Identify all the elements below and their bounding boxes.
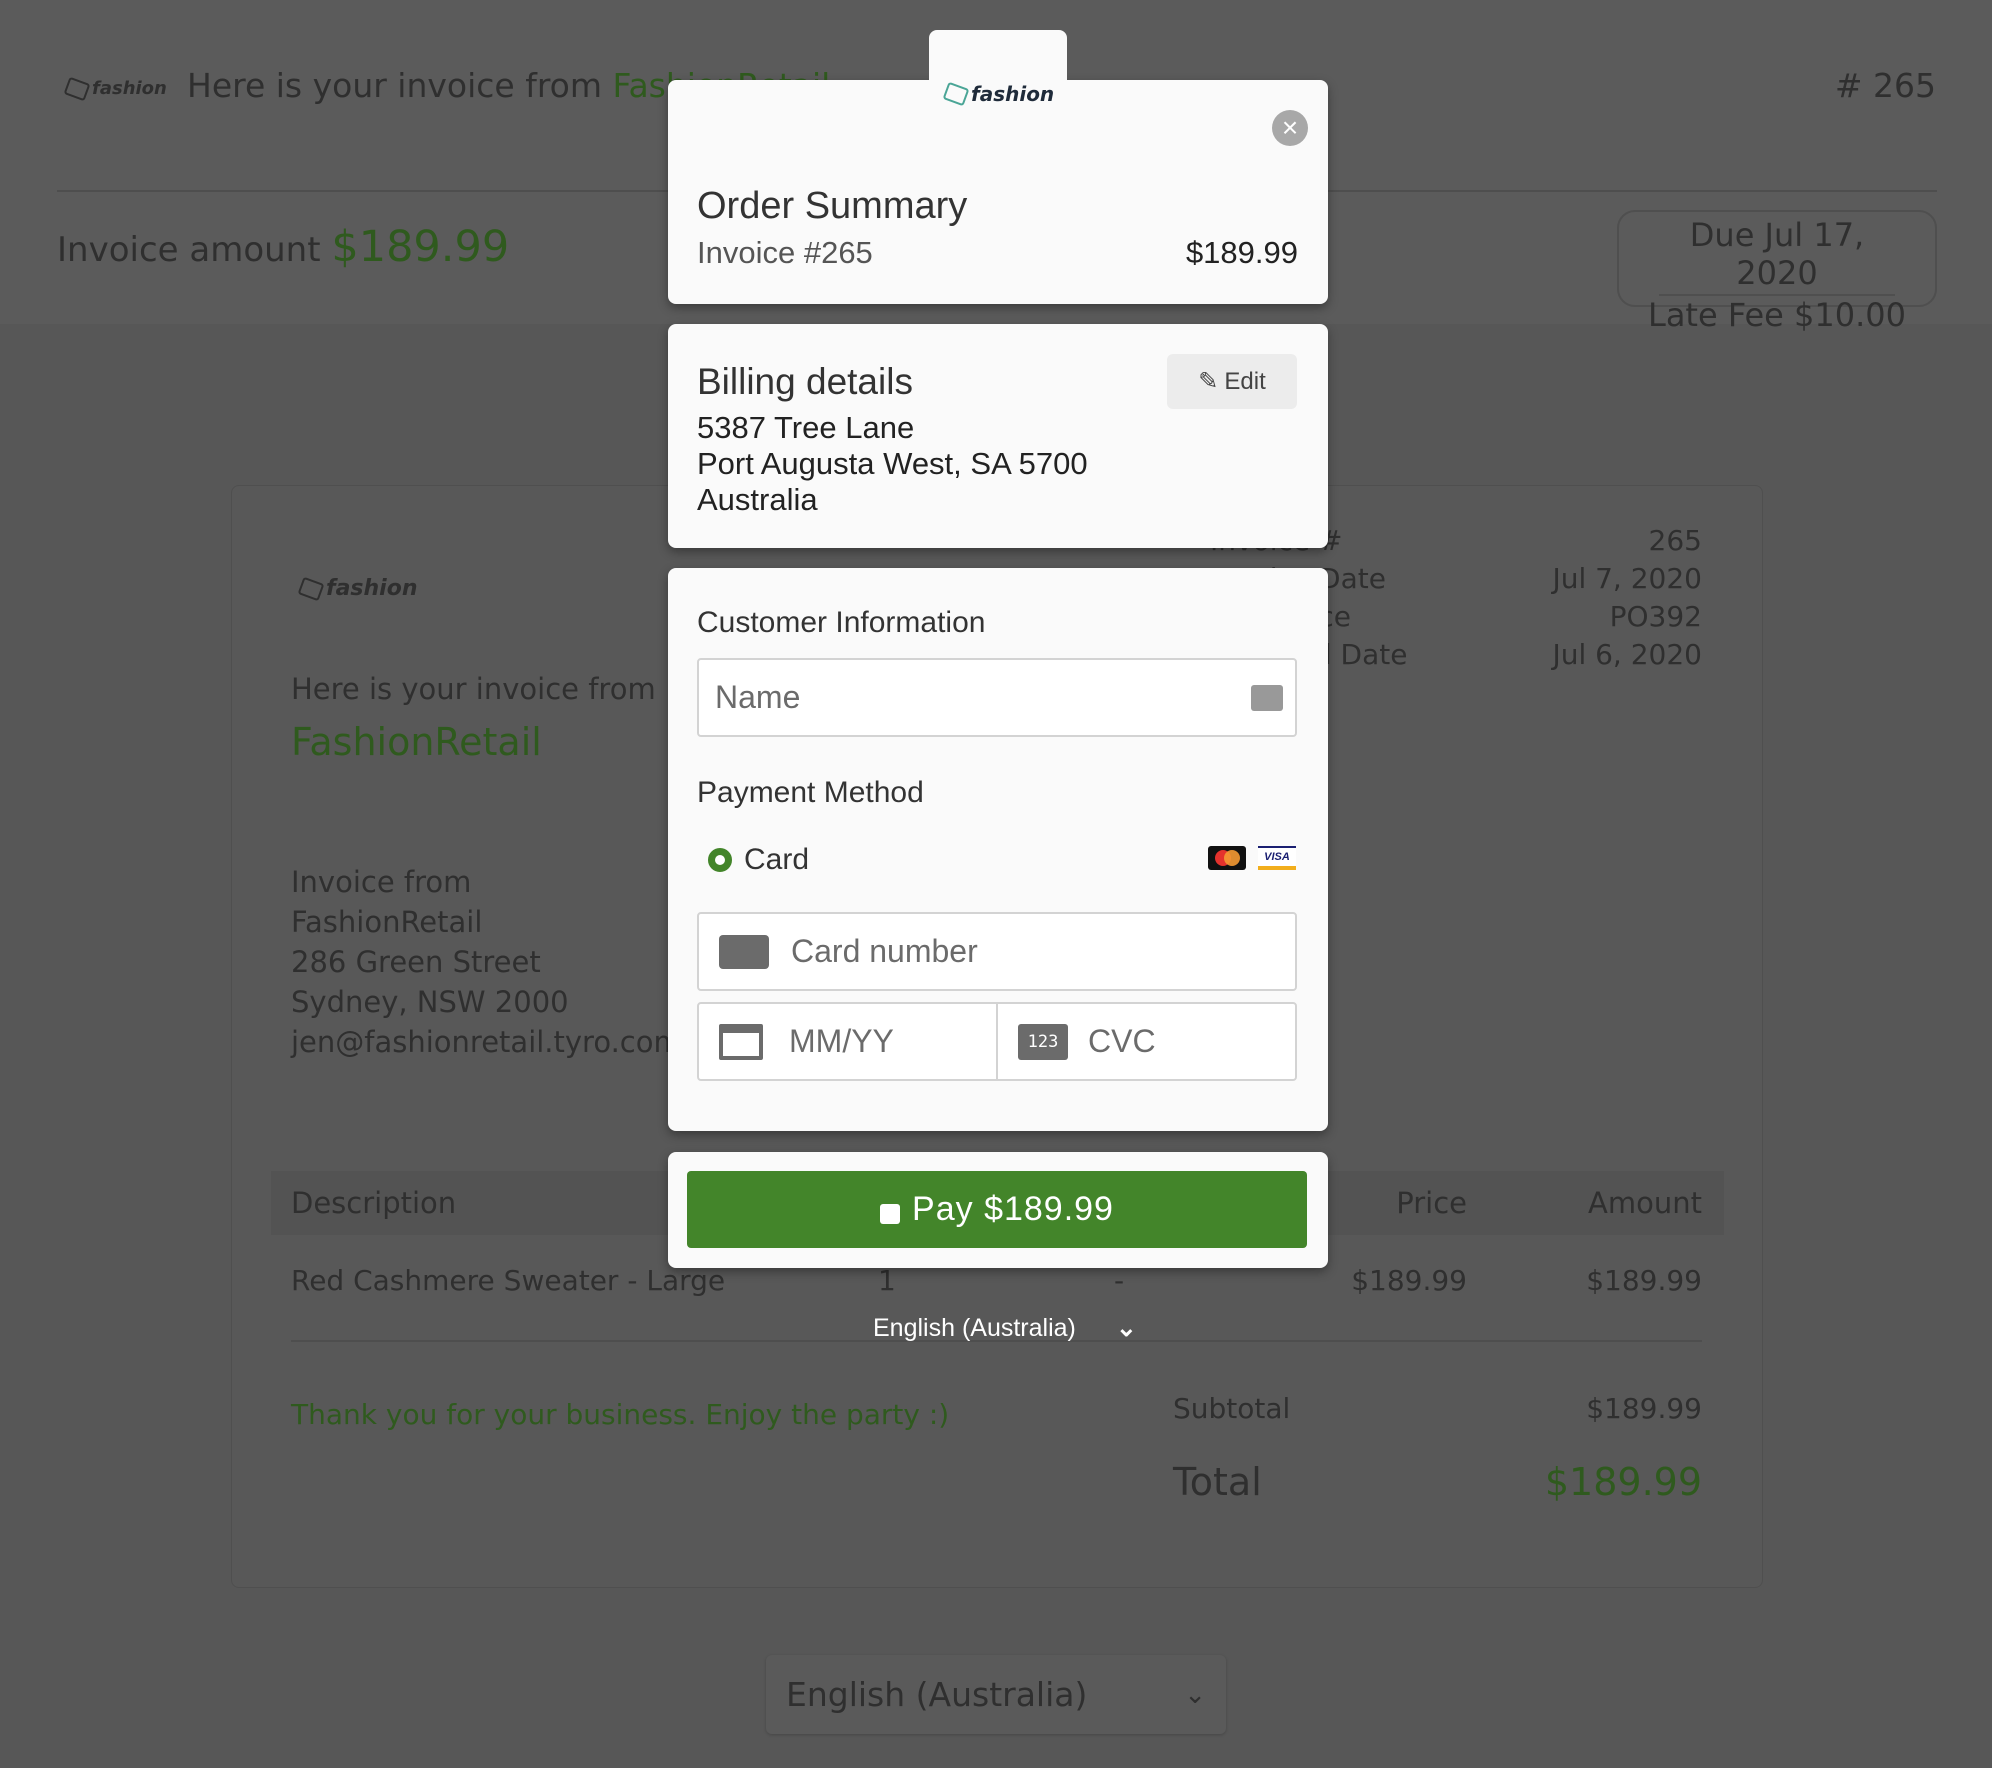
- cvc-placeholder: CVC: [1088, 1023, 1156, 1059]
- total-value: $189.99: [1544, 1460, 1702, 1504]
- thank-you-note: Thank you for your business. Enjoy the p…: [291, 1398, 950, 1431]
- chevron-down-icon: ⌄: [1115, 1314, 1137, 1342]
- from-line: jen@fashionretail.tyro.com: [291, 1025, 682, 1059]
- col-description: Description: [291, 1186, 457, 1220]
- meta-value: PO392: [1609, 600, 1702, 633]
- payment-title: Payment Method: [697, 776, 924, 809]
- address-line: Port Augusta West, SA 5700: [697, 446, 1088, 481]
- modal-logo: fashion: [942, 81, 1067, 107]
- card-radio[interactable]: [708, 848, 732, 872]
- from-line: 286 Green Street: [291, 945, 541, 979]
- total-label: Total: [1173, 1460, 1262, 1504]
- pay-button[interactable]: Pay $189.99: [687, 1171, 1307, 1248]
- expiry-input[interactable]: MM/YY: [697, 1002, 998, 1081]
- modal-logo-tab: fashion: [929, 30, 1067, 161]
- card-number-placeholder: Card number: [791, 933, 978, 969]
- invoice-amount: Invoice amount $189.99: [57, 222, 509, 272]
- header-logo: fashion: [63, 76, 167, 101]
- col-price: Price: [1396, 1186, 1467, 1220]
- from-line: FashionRetail: [291, 905, 483, 939]
- billing-card: Billing details ✎ Edit 5387 Tree Lane Port…: [668, 324, 1328, 548]
- card-number-input[interactable]: Card number: [697, 912, 1297, 991]
- name-placeholder: Name: [715, 679, 801, 715]
- meta-value: Jul 6, 2020: [1552, 638, 1702, 671]
- credit-card-icon: [719, 934, 769, 969]
- meta-value: 265: [1648, 524, 1702, 557]
- row-qty: 1: [878, 1264, 896, 1297]
- name-input[interactable]: Name: [697, 658, 1297, 737]
- pay-card: Pay $189.99: [668, 1152, 1328, 1268]
- amount-label: Invoice amount: [57, 230, 332, 270]
- pencil-icon: ✎: [1198, 368, 1219, 395]
- billing-address: 5387 Tree Lane Port Augusta West, SA 5700…: [697, 410, 1088, 518]
- id-card-icon: [1251, 684, 1283, 711]
- language-value: English (Australia): [786, 1675, 1088, 1714]
- late-fee: $10.00: [1794, 296, 1906, 334]
- invoice-merchant: FashionRetail: [291, 720, 542, 764]
- edit-label: Edit: [1224, 367, 1266, 395]
- mastercard-icon: [1208, 846, 1246, 870]
- col-amount: Amount: [1588, 1186, 1702, 1220]
- row-price: $189.99: [1351, 1264, 1467, 1297]
- logo-gem-icon: [297, 576, 325, 601]
- calendar-icon: [719, 1023, 763, 1060]
- invoice-intro: Here is your invoice from: [291, 672, 656, 706]
- chevron-down-icon: ⌄: [1184, 1679, 1206, 1710]
- logo-text: fashion: [92, 78, 167, 99]
- modal-language-value: English (Australia): [873, 1313, 1076, 1342]
- invoice-logo: fashion: [297, 576, 418, 601]
- late-fee-label: Late Fee: [1647, 296, 1795, 334]
- order-amount: $189.99: [1185, 235, 1298, 270]
- subtotal-value: $189.99: [1586, 1392, 1702, 1425]
- billing-title: Billing details: [697, 361, 913, 402]
- amount-value: $189.99: [331, 222, 510, 272]
- edit-button[interactable]: ✎ Edit: [1167, 354, 1297, 409]
- pay-label: Pay $189.99: [912, 1190, 1114, 1228]
- row-amount: $189.99: [1586, 1264, 1702, 1297]
- address-line: Australia: [697, 482, 818, 517]
- card-method-label: Card: [744, 843, 810, 876]
- row-description: Red Cashmere Sweater - Large: [291, 1264, 726, 1297]
- invoice-number: # 265: [1834, 66, 1936, 105]
- subtotal-label: Subtotal: [1173, 1392, 1291, 1425]
- intro-text: Here is your invoice from: [187, 66, 613, 105]
- logo-gem-icon: [63, 76, 91, 101]
- order-invoice: Invoice #265: [697, 235, 873, 270]
- language-select[interactable]: English (Australia) ⌄: [766, 1655, 1226, 1734]
- logo-text: fashion: [971, 82, 1055, 106]
- expiry-placeholder: MM/YY: [789, 1023, 894, 1059]
- invoice-from: Invoice from FashionRetail 286 Green Str…: [291, 862, 682, 1062]
- meta-value: Jul 7, 2020: [1552, 562, 1702, 595]
- customer-title: Customer Information: [697, 606, 986, 639]
- close-icon[interactable]: ×: [1272, 110, 1308, 146]
- logo-text: fashion: [326, 576, 418, 601]
- from-label: Invoice from: [291, 865, 472, 899]
- cvc-input[interactable]: 123 CVC: [996, 1002, 1297, 1081]
- modal-language-select[interactable]: English (Australia) ⌄: [873, 1313, 1137, 1343]
- from-line: Sydney, NSW 2000: [291, 985, 569, 1019]
- due-box: Due Jul 17, 2020 Late Fee $10.00: [1617, 210, 1937, 334]
- customer-card: Customer Information Name Payment Method…: [668, 568, 1328, 1131]
- visa-icon: VISA: [1258, 846, 1296, 870]
- cvc-icon: 123: [1018, 1023, 1068, 1060]
- logo-gem-icon: [942, 81, 970, 107]
- order-title: Order Summary: [697, 185, 968, 227]
- address-line: 5387 Tree Lane: [697, 410, 915, 445]
- row-discount: -: [1114, 1264, 1125, 1297]
- due-label: Due: [1689, 216, 1765, 254]
- lock-icon: [880, 1203, 901, 1224]
